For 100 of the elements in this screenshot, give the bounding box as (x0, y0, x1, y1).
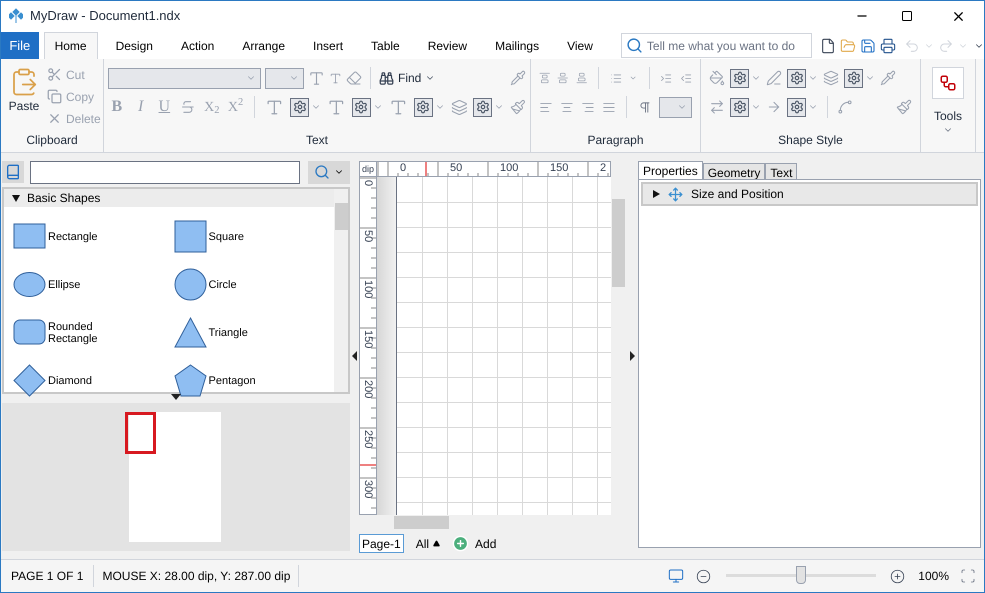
align-top-icon[interactable] (539, 71, 550, 85)
ruler-label: 250 (362, 430, 374, 448)
file-tab[interactable]: File (1, 32, 39, 59)
ribbon-tab[interactable]: View (557, 32, 603, 59)
style-button[interactable] (352, 98, 371, 116)
shape-label: Triangle (208, 326, 249, 338)
undo-icon[interactable] (904, 38, 920, 54)
ruler-label: 0 (400, 162, 406, 175)
zoom-level: 100% (918, 568, 949, 585)
ribbon-tab[interactable]: Action (170, 32, 224, 59)
group-label: Clipboard (25, 132, 79, 149)
format-painter-icon[interactable] (896, 99, 912, 115)
shrink-font-icon[interactable] (329, 72, 342, 84)
pentagon-shape-icon[interactable] (174, 364, 206, 397)
search-icon (626, 37, 643, 54)
shape-label: Square (208, 230, 245, 242)
grow-font-icon[interactable] (308, 70, 325, 86)
canvas-grid[interactable] (397, 177, 611, 515)
ribbon-tab[interactable]: Table (361, 32, 410, 59)
ribbon-tab[interactable]: Mailings (485, 32, 550, 59)
ruler-label: 50 (450, 162, 462, 175)
panel-tab[interactable]: Properties (638, 161, 703, 179)
redo-icon[interactable] (938, 38, 954, 54)
style-button[interactable] (787, 98, 806, 116)
style-button[interactable] (414, 98, 433, 116)
gear-icon (416, 100, 430, 114)
pen-icon[interactable] (766, 70, 782, 86)
paint-bucket-icon[interactable] (709, 70, 725, 86)
monitor-icon[interactable] (668, 568, 684, 584)
ribbon-tab[interactable]: Review (418, 32, 478, 59)
fit-page-icon[interactable] (960, 568, 976, 584)
zoom-slider[interactable] (726, 566, 876, 586)
font-select[interactable] (108, 68, 261, 88)
gear-icon (476, 100, 490, 114)
pipette-icon[interactable] (510, 70, 526, 86)
ruler-label: 100 (500, 162, 518, 175)
page-tab[interactable]: Page-1 (359, 534, 404, 553)
maximize-icon[interactable] (901, 10, 913, 22)
circle-shape-icon[interactable] (174, 268, 206, 301)
shadow-icon[interactable] (823, 70, 839, 86)
search-icon (314, 164, 330, 180)
pilcrow-icon[interactable] (638, 100, 652, 114)
zoom-slider-thumb[interactable] (796, 566, 806, 584)
shape-category-header[interactable]: Basic Shapes (4, 189, 334, 207)
format-painter-icon[interactable] (510, 99, 526, 115)
text-fill-icon[interactable] (388, 98, 408, 116)
splitter-arrow-icon[interactable] (171, 394, 181, 400)
property-section-header[interactable]: Size and Position (641, 182, 978, 206)
delete-icon (47, 111, 62, 126)
style-button[interactable] (290, 98, 310, 116)
find-button[interactable]: Find (379, 69, 436, 87)
group-label: Shape Style (777, 132, 844, 149)
style-button[interactable] (730, 98, 749, 116)
triangle-shape-icon[interactable] (174, 316, 206, 349)
save-icon[interactable] (860, 38, 876, 54)
diamond-shape-icon[interactable] (13, 364, 46, 397)
ruler-label: 300 (362, 480, 374, 498)
font-size-select[interactable] (265, 68, 304, 88)
shape-search-button[interactable] (308, 160, 350, 184)
align-bottom-icon[interactable] (576, 71, 588, 85)
style-button[interactable] (730, 68, 749, 88)
pipette-icon[interactable] (880, 70, 896, 86)
square-shape-icon[interactable] (174, 220, 206, 253)
shape-label: Rectangle (48, 230, 99, 242)
ribbon-tab[interactable]: Insert (303, 32, 354, 59)
panel-tab[interactable]: Geometry (702, 163, 766, 179)
library-button[interactable] (2, 161, 24, 183)
paste-button[interactable]: Paste (5, 63, 43, 131)
align-middle-icon[interactable] (557, 71, 569, 85)
shape-label: Pentagon (208, 374, 257, 386)
search-field[interactable]: Tell me what you want to do (620, 33, 812, 58)
clear-format-icon[interactable] (346, 70, 362, 86)
text-outline-icon[interactable] (327, 98, 346, 116)
collapse-right-icon[interactable] (630, 350, 634, 360)
shape-search-field[interactable] (30, 160, 300, 184)
new-document-icon[interactable] (820, 38, 836, 54)
ruler-label: 100 (362, 280, 374, 298)
arrows-icon[interactable] (709, 99, 725, 115)
add-page-button[interactable]: Add (452, 534, 496, 552)
style-button[interactable] (787, 68, 806, 88)
style-button[interactable] (473, 98, 492, 116)
ribbon-tab[interactable]: Home (44, 32, 98, 59)
ribbon-tab[interactable]: Arrange (232, 32, 296, 59)
ruler-label: 0 (362, 180, 374, 186)
connector-tool-icon (939, 74, 957, 92)
vertical-scrollbar[interactable] (334, 189, 348, 392)
ribbon-tab[interactable]: Design (106, 32, 163, 59)
copy-icon (47, 89, 62, 104)
print-icon[interactable] (880, 38, 896, 54)
zoom-in-icon[interactable] (890, 568, 906, 584)
zoom-out-icon[interactable] (696, 568, 712, 584)
mouse-position: MOUSE X: 28.00 dip, Y: 287.00 dip (94, 565, 300, 587)
tools-button[interactable]: Tools (932, 67, 964, 135)
style-button[interactable] (844, 68, 863, 88)
spacing-select[interactable] (659, 96, 692, 118)
shadow-icon[interactable] (450, 98, 468, 116)
page-filter-button[interactable]: All (416, 534, 440, 552)
connector-icon[interactable] (837, 99, 853, 115)
panel-tab[interactable]: Text (765, 163, 798, 179)
gear-icon (354, 100, 368, 114)
